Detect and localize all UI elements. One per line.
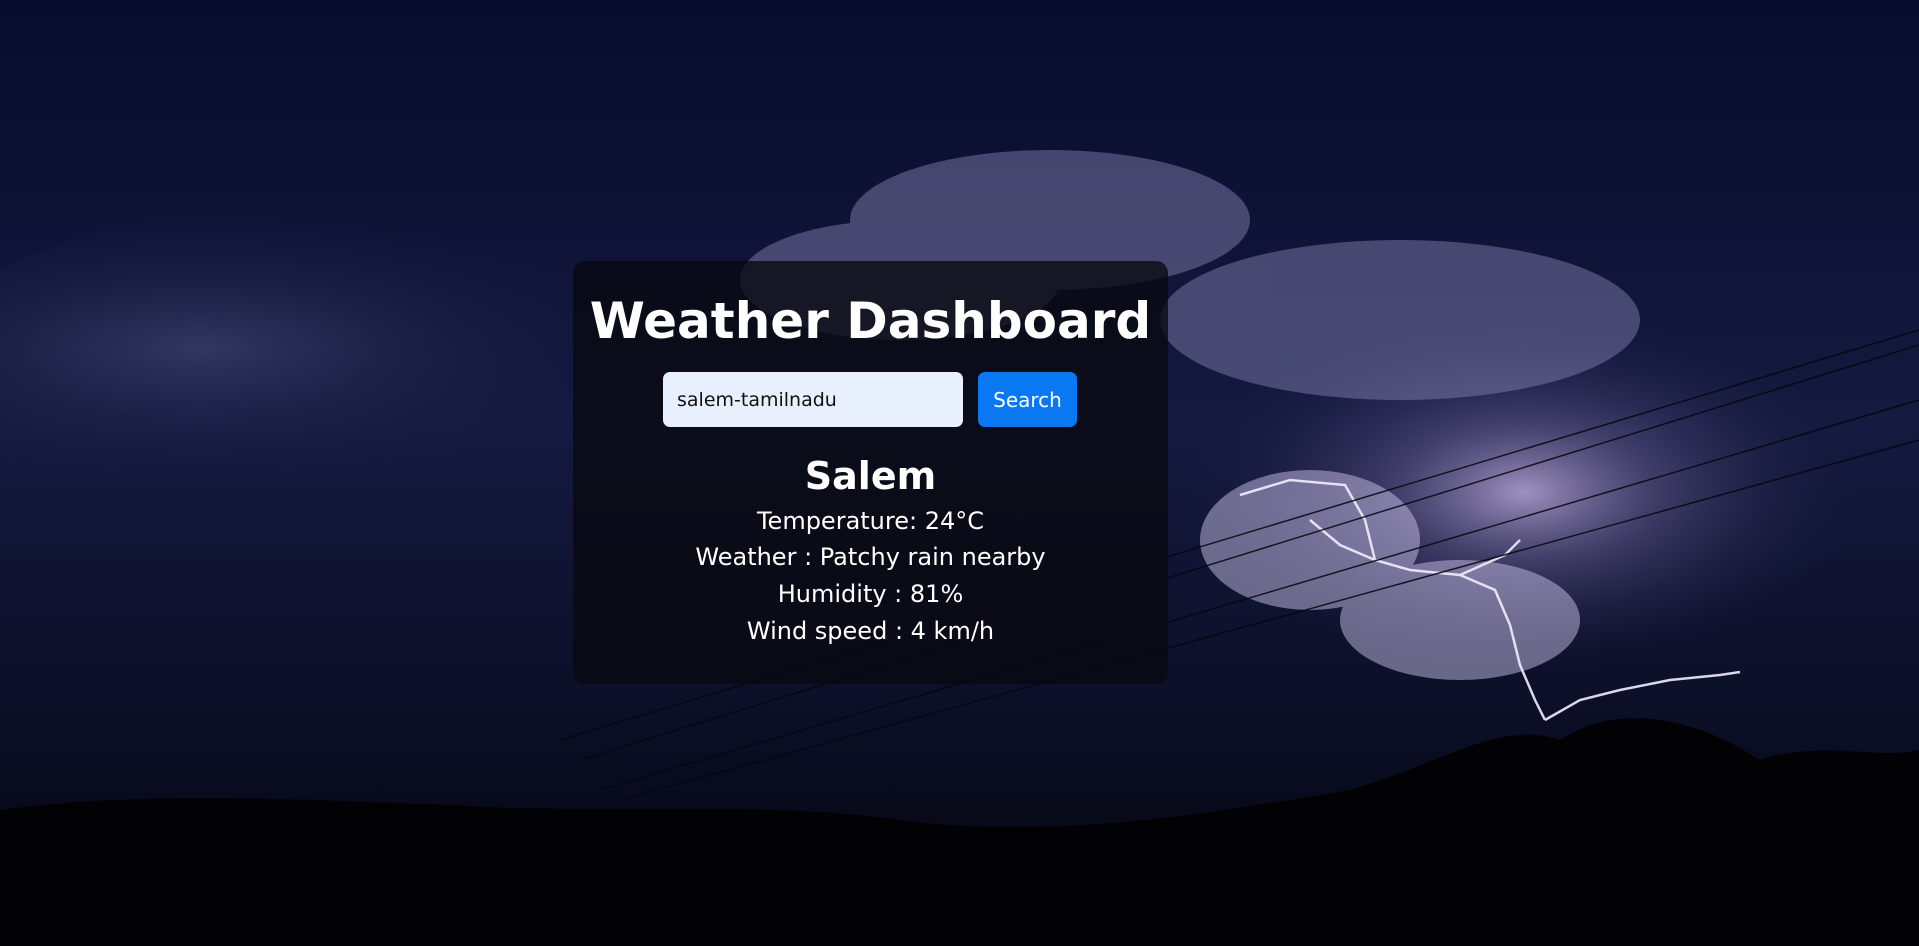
wind-speed-text: Wind speed : 4 km/h [746, 617, 995, 645]
humidity-text: Humidity : 81% [777, 580, 964, 608]
weather-condition-text: Weather : Patchy rain nearby [695, 543, 1046, 571]
city-search-input[interactable] [663, 372, 963, 427]
temperature-text: Temperature: 24°C [756, 507, 985, 535]
search-button[interactable]: Search [978, 372, 1077, 427]
page-title: Weather Dashboard [589, 292, 1152, 350]
weather-card: Weather Dashboard Search Salem Temperatu… [573, 261, 1168, 684]
search-bar: Search [573, 372, 1168, 427]
city-name: Salem [804, 454, 937, 498]
